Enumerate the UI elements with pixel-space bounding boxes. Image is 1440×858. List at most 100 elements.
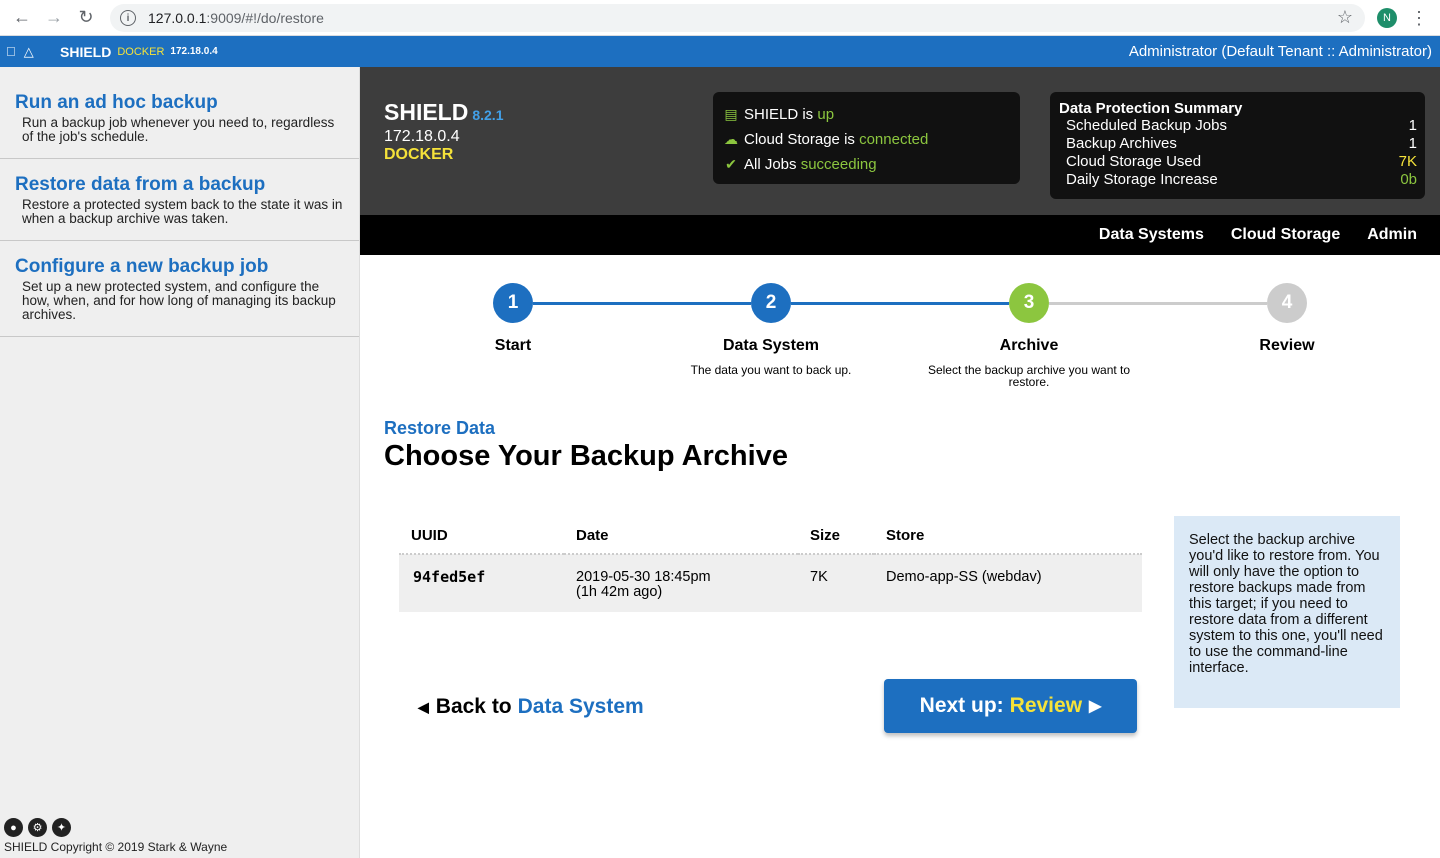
- wizard-stepper: 1 2 3 4 Start Data System Archive Review…: [360, 255, 1440, 405]
- breadcrumb: Restore Data: [384, 418, 496, 438]
- page-title: Choose Your Backup Archive: [384, 440, 788, 472]
- step-1-label: Start: [494, 337, 532, 354]
- sidebar-item-title[interactable]: Run an ad hoc backup: [15, 92, 344, 114]
- summary-value: 1: [1408, 117, 1417, 134]
- copyright-text: SHIELD Copyright © 2019 Stark & Wayne: [4, 840, 228, 854]
- left-triangle-icon: ◀: [418, 698, 429, 715]
- url-host: 127.0.0.1: [148, 10, 207, 26]
- archive-uuid: 94fed5ef: [399, 554, 564, 612]
- step-2-label: Data System: [722, 337, 820, 354]
- back-target: Data System: [517, 695, 644, 718]
- system-version: 8.2.1: [472, 107, 504, 123]
- summary-value: 1: [1408, 135, 1417, 152]
- sidebar-footer: ● ⚙ ✦ SHIELD Copyright © 2019 Stark & Wa…: [4, 818, 227, 854]
- system-header: SHIELD 8.2.1 172.18.0.4 DOCKER ▤ SHIELD i…: [360, 67, 1440, 215]
- sidebar-item-restore[interactable]: Restore data from a backup Restore a pro…: [0, 159, 359, 241]
- app-brand[interactable]: SHIELD: [60, 44, 111, 60]
- nav-admin[interactable]: Admin: [1367, 226, 1417, 244]
- right-triangle-icon: ▶: [1089, 698, 1102, 715]
- status-prefix: Cloud Storage is: [744, 131, 855, 148]
- summary-row: Daily Storage Increase 0b: [1059, 171, 1417, 189]
- server-check-icon: ▤: [724, 106, 738, 122]
- app-topbar:  △ SHIELD DOCKER 172.18.0.4 Administrat…: [0, 36, 1440, 67]
- status-value: connected: [859, 131, 929, 148]
- reload-icon[interactable]: ↻: [70, 2, 102, 34]
- summary-label: Backup Archives: [1066, 135, 1177, 152]
- summary-value: 0b: [1400, 171, 1417, 188]
- profile-avatar[interactable]: N: [1377, 8, 1397, 28]
- step-2-desc: The data you want to back up.: [690, 363, 852, 377]
- status-prefix: SHIELD is: [744, 106, 814, 123]
- apple-icon: : [6, 44, 16, 60]
- table-row[interactable]: 94fed5ef 2019-05-30 18:45pm (1h 42m ago)…: [399, 554, 1142, 612]
- cloud-icon: ☁: [724, 131, 738, 147]
- browser-toolbar: ← → ↻ i 127.0.0.1:9009/#!/do/restore ☆ N…: [0, 0, 1440, 36]
- next-target: Review: [1009, 694, 1083, 717]
- data-protection-summary: Data Protection Summary Scheduled Backup…: [1050, 92, 1425, 199]
- sidebar-item-configure-job[interactable]: Configure a new backup job Set up a new …: [0, 241, 359, 337]
- back-prefix: Back to: [435, 695, 512, 718]
- summary-value: 7K: [1398, 153, 1417, 170]
- nav-cloud-storage[interactable]: Cloud Storage: [1231, 226, 1340, 244]
- table-header-row: UUID Date Size Store: [399, 516, 1142, 555]
- sidebar-item-title[interactable]: Configure a new backup job: [15, 256, 344, 278]
- ip-address: 172.18.0.4: [170, 46, 218, 57]
- archive-date-value: 2019-05-30 18:45pm: [576, 569, 711, 585]
- summary-row: Backup Archives 1: [1059, 135, 1417, 153]
- linux-icon: △: [24, 44, 34, 60]
- settings-icon[interactable]: ⚙: [28, 818, 47, 837]
- archive-size: 7K: [798, 554, 874, 612]
- github-icon[interactable]: ●: [4, 818, 23, 837]
- system-identity: SHIELD 8.2.1 172.18.0.4 DOCKER: [384, 99, 503, 164]
- system-name: SHIELD: [384, 99, 469, 125]
- column-header-uuid: UUID: [399, 516, 564, 555]
- main-nav: Data Systems Cloud Storage Admin: [360, 215, 1440, 255]
- step-connector: [791, 302, 1009, 305]
- status-prefix: All Jobs: [744, 156, 797, 173]
- step-connector: [533, 302, 751, 305]
- archive-date-ago: (1h 42m ago): [576, 584, 663, 600]
- forward-arrow-icon[interactable]: →: [38, 2, 70, 34]
- sidebar-item-desc: Set up a new protected system, and confi…: [22, 279, 336, 322]
- step-3-desc: Select the backup archive you want to re…: [927, 363, 1131, 389]
- star-icon[interactable]: ☆: [1337, 7, 1353, 28]
- health-status-box: ▤ SHIELD is up ☁ Cloud Storage is connec…: [713, 92, 1020, 184]
- info-icon[interactable]: i: [120, 10, 136, 26]
- archive-date: 2019-05-30 18:45pm (1h 42m ago): [564, 554, 798, 612]
- summary-label: Daily Storage Increase: [1066, 171, 1218, 188]
- help-box: Select the backup archive you'd like to …: [1174, 516, 1400, 708]
- sidebar-item-title[interactable]: Restore data from a backup: [15, 174, 344, 196]
- system-ip: 172.18.0.4: [384, 128, 460, 145]
- step-3-label: Archive: [999, 337, 1059, 354]
- next-button[interactable]: Next up: Review ▶: [884, 679, 1137, 733]
- nav-data-systems[interactable]: Data Systems: [1099, 226, 1204, 244]
- step-2-circle[interactable]: 2: [751, 283, 791, 323]
- column-header-size: Size: [798, 516, 874, 555]
- sidebar-item-adhoc-backup[interactable]: Run an ad hoc backup Run a backup job wh…: [0, 67, 359, 159]
- step-3-circle: 3: [1009, 283, 1049, 323]
- summary-row: Scheduled Backup Jobs 1: [1059, 117, 1417, 135]
- check-badge-icon: ✔: [725, 156, 737, 172]
- back-arrow-icon[interactable]: ←: [6, 2, 38, 34]
- column-header-date: Date: [564, 516, 798, 555]
- step-4-label: Review: [1259, 337, 1315, 354]
- user-menu[interactable]: Administrator (Default Tenant :: Adminis…: [1129, 43, 1432, 60]
- step-connector: [1049, 302, 1267, 305]
- back-button[interactable]: ◀ Back to Data System: [418, 695, 644, 719]
- address-bar[interactable]: i 127.0.0.1:9009/#!/do/restore ☆: [110, 4, 1365, 32]
- url-path: :9009/#!/do/restore: [206, 10, 324, 26]
- summary-row: Cloud Storage Used 7K: [1059, 153, 1417, 171]
- status-jobs: ✔ All Jobs succeeding: [721, 152, 1012, 177]
- status-value: succeeding: [800, 156, 877, 173]
- status-value: up: [817, 106, 835, 123]
- twitter-icon[interactable]: ✦: [52, 818, 71, 837]
- env-badge: DOCKER: [117, 45, 165, 58]
- status-cloud: ☁ Cloud Storage is connected: [721, 127, 1012, 152]
- step-1-circle[interactable]: 1: [493, 283, 533, 323]
- kebab-menu-icon[interactable]: ⋮: [1410, 6, 1428, 30]
- sidebar-item-desc: Restore a protected system back to the s…: [22, 197, 343, 226]
- next-prefix: Next up:: [919, 694, 1004, 717]
- status-shield: ▤ SHIELD is up: [721, 102, 1012, 127]
- system-env: DOCKER: [384, 146, 454, 163]
- summary-label: Cloud Storage Used: [1066, 153, 1202, 170]
